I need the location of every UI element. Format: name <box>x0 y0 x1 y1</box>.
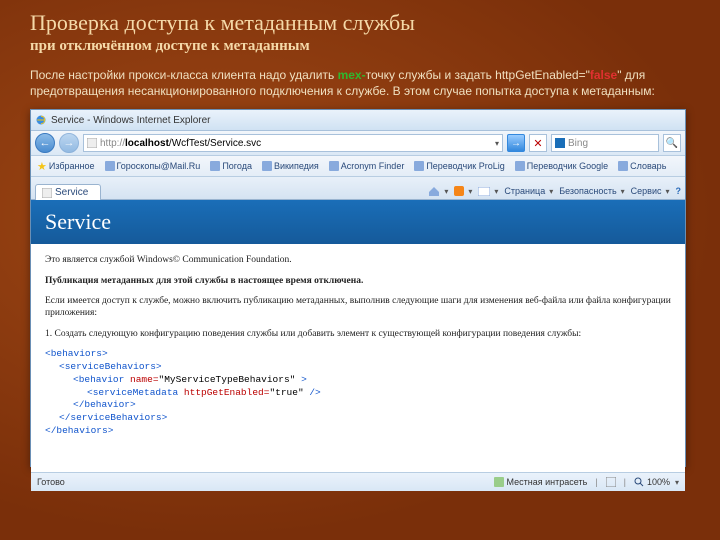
tab-service[interactable]: Service <box>35 184 101 200</box>
bookmark-link[interactable]: Acronym Finder <box>329 161 405 171</box>
browser-window: Service - Windows Internet Explorer ← → … <box>30 109 686 467</box>
mex-highlight: mex- <box>338 68 366 82</box>
security-menu[interactable]: Безопасность▾ <box>559 186 624 196</box>
stop-button[interactable]: ✕ <box>529 134 547 152</box>
go-button[interactable]: → <box>507 134 525 152</box>
bookmark-icon <box>105 161 115 171</box>
zone-indicator: Местная интрасеть <box>494 477 588 487</box>
service-heading: Service <box>45 209 111 235</box>
rss-icon <box>454 186 464 196</box>
zoom-control[interactable]: 100% ▾ <box>634 477 679 487</box>
page-icon <box>87 138 97 148</box>
metadata-disabled-msg: Публикация метаданных для этой службы в … <box>45 275 671 287</box>
code-block: <behaviors> <serviceBehaviors> <behavior… <box>45 348 671 438</box>
rss-button[interactable]: ▾ <box>454 186 472 196</box>
bookmark-icon <box>515 161 525 171</box>
status-ready: Готово <box>37 477 65 487</box>
bookmark-link[interactable]: Переводчик Google <box>515 161 608 171</box>
bookmark-icon <box>618 161 628 171</box>
service-banner: Service <box>31 200 685 244</box>
bing-icon <box>555 138 565 148</box>
titlebar: Service - Windows Internet Explorer <box>31 110 685 131</box>
mail-icon <box>478 187 490 196</box>
home-button[interactable]: ▾ <box>428 186 448 196</box>
nav-bar: ← → http://localhost/WcfTest/Service.svc… <box>31 131 685 156</box>
wcf-description: Это является службой Windows© Communicat… <box>45 254 671 266</box>
bookmarks-bar: ★Избранное Гороскопы@Mail.Ru Погода Вики… <box>31 156 685 177</box>
bookmark-link[interactable]: Словарь <box>618 161 666 171</box>
bookmark-link[interactable]: Переводчик ProLig <box>414 161 504 171</box>
slide-subtitle: при отключённом доступе к метаданным <box>30 38 690 55</box>
tab-strip: Service ▾ ▾ ▾ Страница▾ Безопасность▾ Се… <box>31 177 685 200</box>
page-content: Это является службой Windows© Communicat… <box>31 244 685 472</box>
protected-mode-icon <box>606 477 616 487</box>
intro-paragraph: После настройки прокси-класса клиента на… <box>30 67 690 99</box>
slide-title: Проверка доступа к метаданным службы <box>30 10 690 36</box>
search-box[interactable]: Bing <box>551 134 659 152</box>
false-highlight: false <box>590 68 617 82</box>
step-1: 1. Создать следующую конфигурацию поведе… <box>45 328 671 340</box>
bookmark-icon <box>210 161 220 171</box>
tools-menu[interactable]: Сервис▾ <box>631 186 670 196</box>
star-icon: ★ <box>37 160 47 173</box>
instructions: Если имеется доступ к службе, можно вклю… <box>45 295 671 320</box>
zoom-icon <box>634 477 644 487</box>
bookmark-icon <box>262 161 272 171</box>
tab-icon <box>42 188 52 198</box>
mail-button[interactable]: ▾ <box>478 187 498 196</box>
bookmark-link[interactable]: Википедия <box>262 161 319 171</box>
search-button[interactable]: 🔍 <box>663 134 681 152</box>
home-icon <box>428 186 440 196</box>
favorites-button[interactable]: ★Избранное <box>37 160 95 173</box>
ie-icon <box>35 114 47 126</box>
page-menu[interactable]: Страница▾ <box>504 186 553 196</box>
bookmark-link[interactable]: Погода <box>210 161 252 171</box>
status-bar: Готово Местная интрасеть | | 100% ▾ <box>31 472 685 491</box>
bookmark-icon <box>329 161 339 171</box>
help-button[interactable]: ? <box>676 186 682 196</box>
intranet-icon <box>494 477 504 487</box>
window-title: Service - Windows Internet Explorer <box>51 115 681 126</box>
forward-button[interactable]: → <box>59 133 79 153</box>
address-bar[interactable]: http://localhost/WcfTest/Service.svc ▾ <box>83 134 503 152</box>
back-button[interactable]: ← <box>35 133 55 153</box>
bookmark-icon <box>414 161 424 171</box>
bookmark-link[interactable]: Гороскопы@Mail.Ru <box>105 161 201 171</box>
